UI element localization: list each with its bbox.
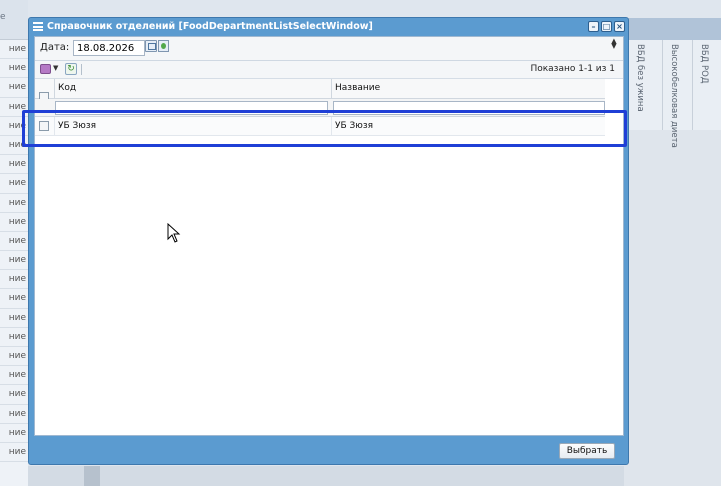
name-filter-input[interactable] <box>333 101 605 115</box>
background-row: ние <box>0 405 28 424</box>
background-row: ние <box>0 117 28 136</box>
background-row: ние <box>0 213 28 232</box>
background-row: ние <box>0 385 28 405</box>
background-row: ние <box>0 40 28 60</box>
cell-name: УБ Зюзя <box>331 117 605 136</box>
background-row: ние <box>0 98 28 117</box>
date-field[interactable] <box>73 40 145 56</box>
window-footer: Выбрать <box>34 439 623 463</box>
date-label: Дата: <box>40 42 70 53</box>
background-row: ние <box>0 136 28 156</box>
background-row: ние <box>0 232 28 252</box>
background-row: ние <box>0 59 28 79</box>
background-scrollbar-area <box>28 466 624 486</box>
code-filter-input[interactable] <box>55 101 328 115</box>
calendar-icon[interactable] <box>145 40 157 52</box>
window-title: Справочник отделений [FoodDepartmentList… <box>47 21 373 32</box>
background-row: ние <box>0 270 28 290</box>
background-row: ние <box>0 424 28 443</box>
add-menu-icon[interactable] <box>40 64 51 74</box>
cell-code: УБ Зюзя <box>54 117 331 136</box>
background-row: ние <box>0 443 28 463</box>
date-toolbar: Дата: ▲▼ <box>35 37 623 61</box>
background-row: ние <box>0 309 28 328</box>
window-tools: – □ × <box>588 21 625 32</box>
background-row: ние <box>0 194 28 213</box>
background-row: ние <box>0 366 28 386</box>
background-column-label: ВБД без ужина <box>635 44 645 112</box>
background-row: ние <box>0 78 28 98</box>
toolbar-separator <box>81 64 82 75</box>
background-column-header[interactable]: ВБД без ужина <box>628 40 662 130</box>
background-row: ние <box>0 289 28 309</box>
select-button[interactable]: Выбрать <box>559 443 615 459</box>
background-column-label: ВБД РОД <box>699 44 709 84</box>
grid-toolbar: ▼ ↻ Показано 1-1 из 1 <box>35 61 623 79</box>
background-scrollbar[interactable] <box>84 466 100 486</box>
chevron-down-icon[interactable]: ▼ <box>53 64 58 72</box>
background-column-label: Высокобелковая диета <box>669 44 679 148</box>
background-toolbar <box>624 18 721 40</box>
cursor-icon <box>167 223 181 243</box>
paging-info: Показано 1-1 из 1 <box>530 64 615 74</box>
minimize-icon[interactable]: – <box>588 21 599 32</box>
grid-header: Код Название <box>35 79 605 102</box>
department-grid: Код Название УБ Зюзя УБ Зюзя <box>35 79 623 435</box>
column-header-code[interactable]: Код <box>54 79 331 99</box>
clear-icon[interactable] <box>158 40 169 52</box>
menu-icon <box>33 22 43 31</box>
background-row: ние <box>0 174 28 194</box>
close-icon[interactable]: × <box>614 21 625 32</box>
background-grid-left: е ние ние ние ние ние ние ние ние ние ние ние ние ни… <box>0 0 28 486</box>
table-row[interactable]: УБ Зюзя УБ Зюзя <box>35 117 605 136</box>
background-column-header[interactable]: Высокобелковая диета <box>662 40 692 148</box>
filter-row <box>35 99 605 117</box>
department-select-window: Справочник отделений [FoodDepartmentList… <box>28 17 629 465</box>
background-row: ние <box>0 328 28 347</box>
refresh-icon[interactable]: ↻ <box>65 63 77 75</box>
column-header-name[interactable]: Название <box>331 79 605 99</box>
row-checkbox[interactable] <box>39 121 49 131</box>
background-grid-header: е <box>0 0 28 40</box>
window-titlebar[interactable]: Справочник отделений [FoodDepartmentList… <box>29 18 628 35</box>
window-body: Дата: ▲▼ ▼ ↻ Показано 1-1 из 1 Код Назва… <box>34 36 624 436</box>
background-row: ние <box>0 155 28 175</box>
background-row: ние <box>0 347 28 367</box>
maximize-icon[interactable]: □ <box>601 21 612 32</box>
background-row: ние <box>0 251 28 271</box>
background-column-header[interactable]: ВБД РОД <box>692 40 721 130</box>
toolbar-scroll-icon[interactable]: ▲ ▼ <box>609 38 619 59</box>
